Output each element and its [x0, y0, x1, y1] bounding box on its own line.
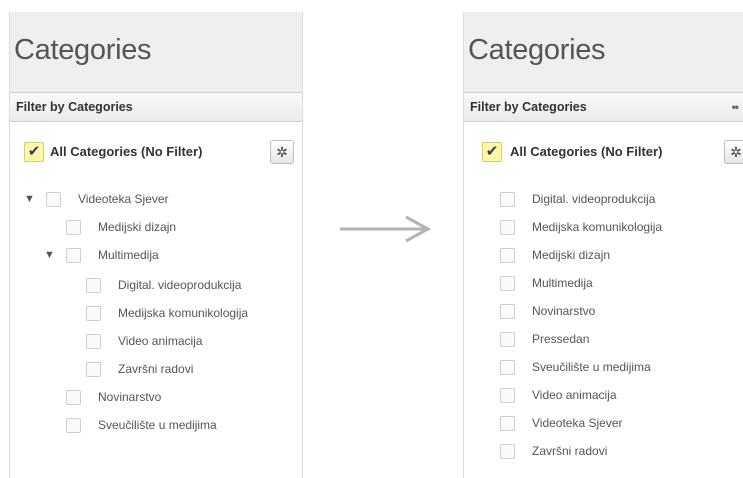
page-title: Categories	[14, 34, 152, 66]
tree-item-label: Multimedija	[98, 248, 159, 262]
all-categories-row[interactable]: ✔ All Categories (No Filter) ✲	[10, 140, 302, 166]
checkbox[interactable]	[500, 220, 515, 235]
expand-toggle-icon[interactable]: ▼	[44, 249, 55, 261]
list-item[interactable]: Sveučilište u medijima	[500, 358, 740, 378]
list-item[interactable]: Završni radovi	[500, 442, 740, 462]
checked-checkbox-icon[interactable]: ✔	[24, 142, 44, 162]
categories-panel-before: Categories Filter by Categories ✔ All Ca…	[9, 12, 303, 478]
list-item[interactable]: Multimedija	[500, 274, 740, 294]
all-categories-label: All Categories (No Filter)	[510, 144, 663, 159]
tree-item-label: Digital. videoprodukcija	[118, 278, 242, 292]
checkbox[interactable]	[86, 278, 101, 293]
list-item-label: Multimedija	[532, 276, 593, 290]
list-item[interactable]: Digital. videoprodukcija	[500, 190, 740, 210]
tree-item-digital-videoprodukcija[interactable]: Digital. videoprodukcija	[24, 276, 294, 296]
list-item[interactable]: Novinarstvo	[500, 302, 740, 322]
checkbox[interactable]	[86, 334, 101, 349]
checkbox[interactable]	[66, 390, 81, 405]
filter-bar: Filter by Categories	[10, 92, 302, 122]
list-item-label: Digital. videoprodukcija	[532, 192, 656, 206]
list-item[interactable]: Video animacija	[500, 386, 740, 406]
tree-item-video-animacija[interactable]: Video animacija	[24, 332, 294, 352]
tree-item-novinarstvo[interactable]: Novinarstvo	[24, 388, 294, 408]
checkbox[interactable]	[500, 444, 515, 459]
categories-header: Categories	[10, 12, 302, 92]
checkbox[interactable]	[500, 332, 515, 347]
checkbox[interactable]	[500, 360, 515, 375]
list-item-label: Medijski dizajn	[532, 248, 611, 262]
filter-label: Filter by Categories	[16, 100, 133, 114]
categories-header: Categories	[464, 12, 743, 92]
tree-item-medijska-komunikologija[interactable]: Medijska komunikologija	[24, 304, 294, 324]
tree-item-label: Medijski dizajn	[98, 220, 177, 234]
checkbox[interactable]	[66, 248, 81, 263]
tree-item-label: Medijska komunikologija	[118, 306, 249, 320]
tree-item-videoteka-sjever[interactable]: ▼ Videoteka Sjever	[24, 190, 294, 210]
expand-toggle-icon[interactable]: ▼	[24, 193, 35, 205]
list-item[interactable]: Pressedan	[500, 330, 740, 350]
tree-item-label: Završni radovi	[118, 362, 194, 376]
checked-checkbox-icon[interactable]: ✔	[482, 142, 502, 162]
filter-label: Filter by Categories	[470, 100, 587, 114]
checkbox[interactable]	[500, 304, 515, 319]
gear-icon[interactable]: ✲	[270, 140, 294, 164]
page-title: Categories	[468, 34, 606, 66]
tree-item-label: Videoteka Sjever	[78, 192, 169, 206]
list-item-label: Završni radovi	[532, 444, 608, 458]
checkbox[interactable]	[86, 306, 101, 321]
more-options-icon[interactable]: ••	[732, 93, 739, 121]
list-item-label: Pressedan	[532, 332, 590, 346]
tree-item-zavrsni-radovi[interactable]: Završni radovi	[24, 360, 294, 380]
tree-item-label: Sveučilište u medijima	[98, 418, 217, 432]
all-categories-label: All Categories (No Filter)	[50, 144, 203, 159]
filter-bar: Filter by Categories ••	[464, 92, 743, 122]
checkbox[interactable]	[500, 276, 515, 291]
gear-icon[interactable]: ✲	[724, 140, 743, 164]
tree-item-medijski-dizajn[interactable]: Medijski dizajn	[24, 218, 294, 238]
checkbox[interactable]	[66, 418, 81, 433]
checkbox[interactable]	[86, 362, 101, 377]
checkbox[interactable]	[500, 416, 515, 431]
all-categories-row[interactable]: ✔ All Categories (No Filter) ✲	[464, 140, 743, 166]
checkbox[interactable]	[66, 220, 81, 235]
tree-item-label: Video animacija	[118, 334, 203, 348]
tree-item-sveuciliste-u-medijima[interactable]: Sveučilište u medijima	[24, 416, 294, 436]
checkbox[interactable]	[500, 192, 515, 207]
list-item-label: Sveučilište u medijima	[532, 360, 651, 374]
list-item[interactable]: Medijski dizajn	[500, 246, 740, 266]
right-arrow-icon	[340, 215, 432, 243]
list-item-label: Medijska komunikologija	[532, 220, 663, 234]
categories-panel-after: Categories Filter by Categories •• ✔ All…	[463, 12, 743, 478]
list-item-label: Videoteka Sjever	[532, 416, 623, 430]
list-item-label: Video animacija	[532, 388, 617, 402]
checkbox[interactable]	[500, 248, 515, 263]
checkbox[interactable]	[46, 192, 61, 207]
tree-item-label: Novinarstvo	[98, 390, 162, 404]
checkbox[interactable]	[500, 388, 515, 403]
list-item[interactable]: Medijska komunikologija	[500, 218, 740, 238]
list-item-label: Novinarstvo	[532, 304, 596, 318]
tree-item-multimedija[interactable]: ▼ Multimedija	[24, 246, 294, 266]
list-item[interactable]: Videoteka Sjever	[500, 414, 740, 434]
